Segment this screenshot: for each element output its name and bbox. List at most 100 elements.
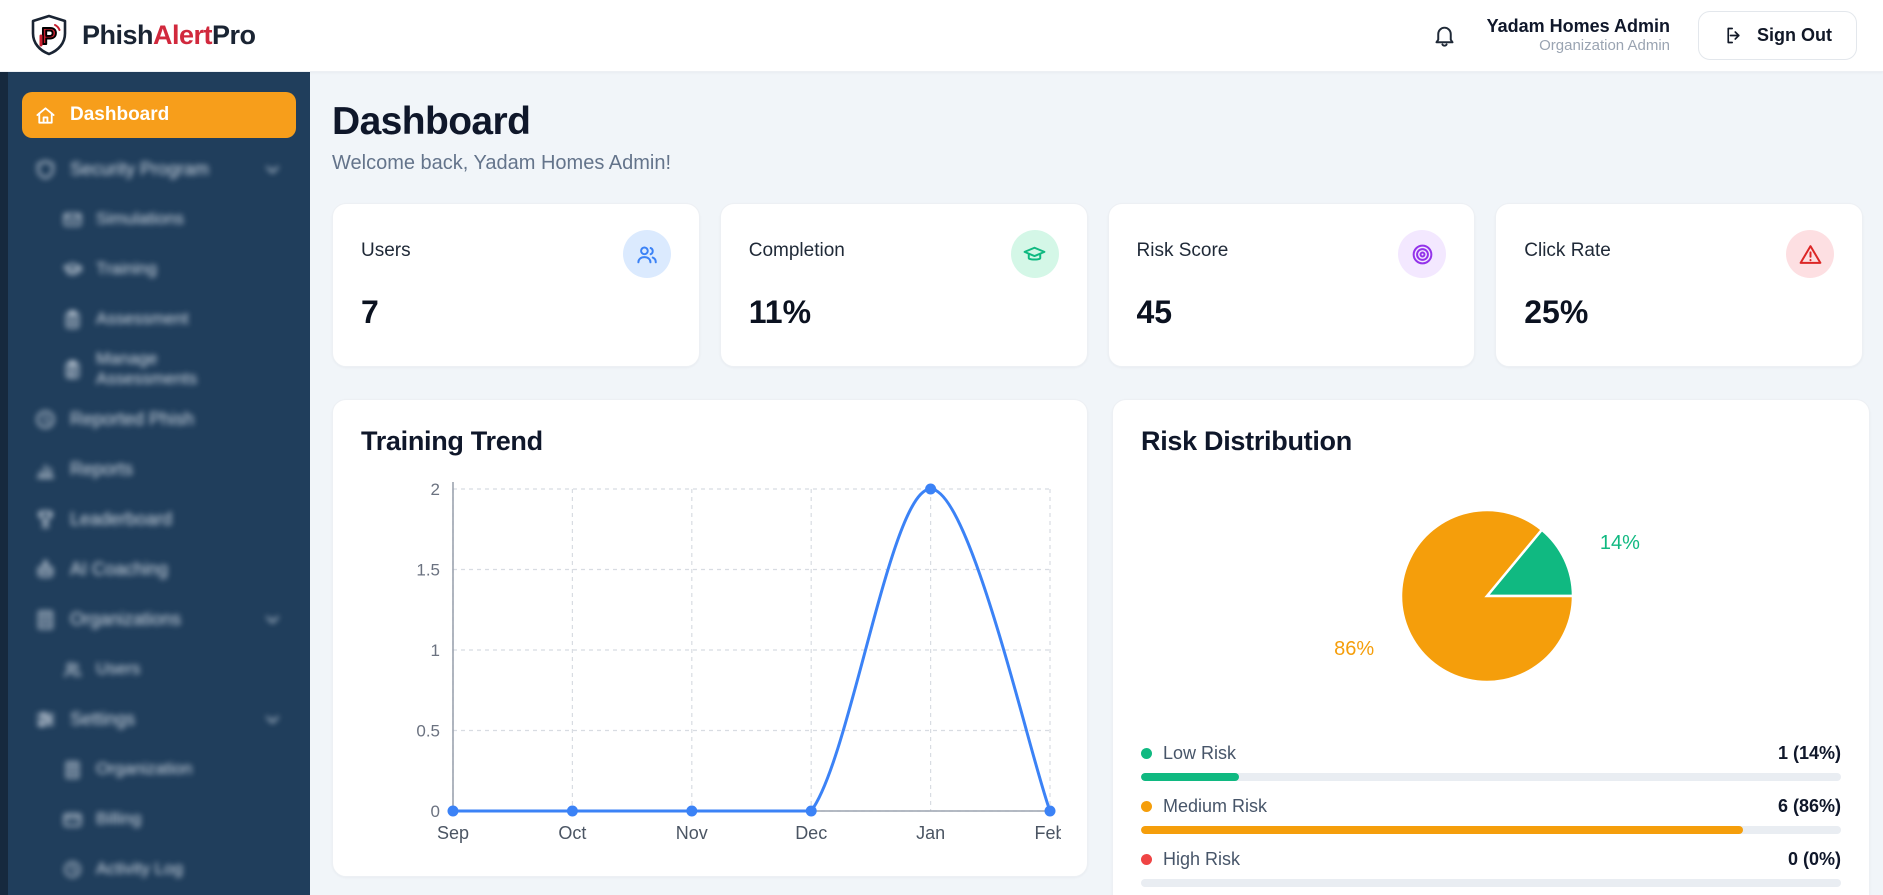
svg-text:1.5: 1.5 (416, 561, 440, 580)
sidebar-item-reported-phish[interactable]: Reported Phish (22, 397, 296, 441)
training-trend-chart: 0 0.5 1 1.5 2 Sep Oct Nov Dec Jan Feb (416, 480, 1061, 843)
stat-label: Click Rate (1524, 240, 1611, 261)
user-name: Yadam Homes Admin (1486, 15, 1670, 36)
risk-legend-row-low-risk: Low Risk 1 (14%) (1141, 743, 1841, 781)
legend-dot (1141, 854, 1152, 865)
clock-alert-icon (34, 408, 57, 431)
stat-value: 11% (748, 294, 812, 330)
users-icon (62, 659, 83, 680)
sidebar-item-training[interactable]: Training (50, 247, 296, 291)
sidebar-item-activity-log[interactable]: Activity Log (50, 847, 296, 891)
sidebar-item-security-program[interactable]: Security Program (22, 147, 296, 191)
svg-text:0: 0 (431, 802, 440, 821)
mail-icon (62, 209, 83, 230)
svg-text:P: P (41, 23, 56, 49)
risk-legend-row-high-risk: High Risk 0 (0%) (1141, 849, 1841, 887)
sidebar-item-leaderboard[interactable]: Leaderboard (22, 497, 296, 541)
building-icon (34, 608, 57, 631)
stat-icon-badge (1398, 230, 1447, 278)
sidebar-scrollbar[interactable] (0, 72, 8, 895)
stat-label: Risk Score (1136, 240, 1229, 261)
stat-value: 25% (1524, 294, 1589, 330)
sidebar-item-simulations[interactable]: Simulations (50, 197, 296, 241)
stat-icon-badge (1010, 230, 1059, 278)
app-logo[interactable]: P PhishAlertPro (26, 13, 256, 59)
sidebar-item-ai-coaching[interactable]: AI Coaching (22, 547, 296, 591)
risk-legend-row-medium-risk: Medium Risk 6 (86%) (1141, 796, 1841, 834)
credit-card-icon (62, 809, 83, 830)
legend-value: 1 (14%) (1777, 743, 1841, 763)
legend-bar-fill (1141, 773, 1239, 781)
sidebar-item-dashboard[interactable]: Dashboard (22, 92, 296, 138)
svg-text:Nov: Nov (676, 823, 708, 843)
sidebar-item-users[interactable]: Users (50, 647, 296, 691)
svg-text:Feb: Feb (1034, 823, 1061, 843)
training-trend-title: Training Trend (361, 426, 543, 456)
sidebar-item-organizations[interactable]: Organizations (22, 597, 296, 641)
svg-text:Jan: Jan (916, 823, 945, 843)
chevron-down-icon[interactable] (261, 608, 284, 631)
user-info: Yadam Homes Admin Organization Admin (1487, 15, 1670, 56)
sidebar-item-organization[interactable]: Organization (50, 747, 296, 791)
sign-out-button[interactable]: Sign Out (1698, 11, 1857, 60)
stat-card-click-rate: Click Rate 25% (1495, 203, 1863, 367)
target-icon (1410, 242, 1435, 267)
sidebar-item-billing[interactable]: Billing (50, 797, 296, 841)
bar-chart-icon (34, 458, 57, 481)
legend-value: 0 (0%) (1787, 849, 1841, 869)
svg-text:0.5: 0.5 (416, 722, 440, 741)
shield-logo-icon: P (26, 13, 72, 59)
stat-value: 7 (361, 294, 379, 330)
logout-icon (1723, 25, 1744, 46)
risk-legend: Low Risk 1 (14%) Medium Risk 6 (86%) High Ri… (1141, 743, 1841, 887)
stat-label: Completion (748, 240, 845, 261)
legend-dot (1141, 748, 1152, 759)
graduation-cap-icon (62, 259, 83, 280)
legend-label: High Risk (1163, 849, 1241, 869)
risk-distribution-title: Risk Distribution (1141, 426, 1352, 456)
sidebar-nav: Dashboard Security Program Simulations Trai… (22, 92, 296, 891)
stat-card-risk-score: Risk Score 45 (1107, 203, 1476, 367)
users-stat-icon (634, 242, 659, 267)
svg-text:86%: 86% (1334, 638, 1374, 660)
svg-text:Dec: Dec (795, 823, 827, 843)
legend-bar-track (1141, 879, 1841, 887)
graduation-cap-stat-icon (1022, 242, 1047, 267)
chevron-down-icon[interactable] (261, 158, 284, 181)
stats-row: Users 7 Completion 11% Risk Score 45 Click Rat… (332, 203, 1863, 367)
risk-distribution-pie: 14% 86% (1334, 508, 1640, 684)
main-content: Dashboard Welcome back, Yadam Homes Admi… (310, 72, 1883, 895)
clipboard-icon (62, 309, 83, 330)
sidebar-item-manage-assessments[interactable]: Manage Assessments (50, 347, 296, 391)
stat-card-completion: Completion 11% (719, 203, 1088, 367)
app-header: P PhishAlertPro Yadam Homes Admin Organi… (0, 0, 1883, 72)
welcome-message: Welcome back, Yadam Homes Admin! (332, 152, 672, 174)
svg-text:14%: 14% (1600, 532, 1640, 554)
app-title: PhishAlertPro (82, 20, 256, 50)
legend-bar-track (1141, 773, 1841, 781)
sidebar: Dashboard Security Program Simulations Trai… (0, 72, 310, 895)
risk-distribution-card: Risk Distribution 14% 86% Low Risk 1 (14%)… (1112, 399, 1870, 895)
chevron-down-icon[interactable] (261, 708, 284, 731)
stat-card-users: Users 7 (332, 203, 700, 367)
clipboard-list-icon (62, 359, 83, 380)
stat-value: 45 (1136, 294, 1173, 330)
notifications-button[interactable] (1425, 16, 1465, 56)
clock-icon (62, 859, 83, 880)
sliders-icon (34, 708, 57, 731)
svg-text:1: 1 (431, 641, 440, 660)
sidebar-item-reports[interactable]: Reports (22, 447, 296, 491)
stat-icon-badge (622, 230, 671, 278)
svg-text:Oct: Oct (558, 823, 586, 843)
page-title: Dashboard (332, 100, 531, 143)
sidebar-item-settings[interactable]: Settings (22, 697, 296, 741)
legend-value: 6 (86%) (1777, 796, 1841, 816)
legend-label: Medium Risk (1163, 796, 1268, 816)
sidebar-item-assessment[interactable]: Assessment (50, 297, 296, 341)
svg-text:Sep: Sep (437, 823, 469, 843)
bell-icon (1432, 23, 1457, 48)
stat-label: Users (361, 240, 411, 261)
shield-icon (34, 158, 57, 181)
legend-dot (1141, 801, 1152, 812)
home-icon (34, 104, 57, 127)
